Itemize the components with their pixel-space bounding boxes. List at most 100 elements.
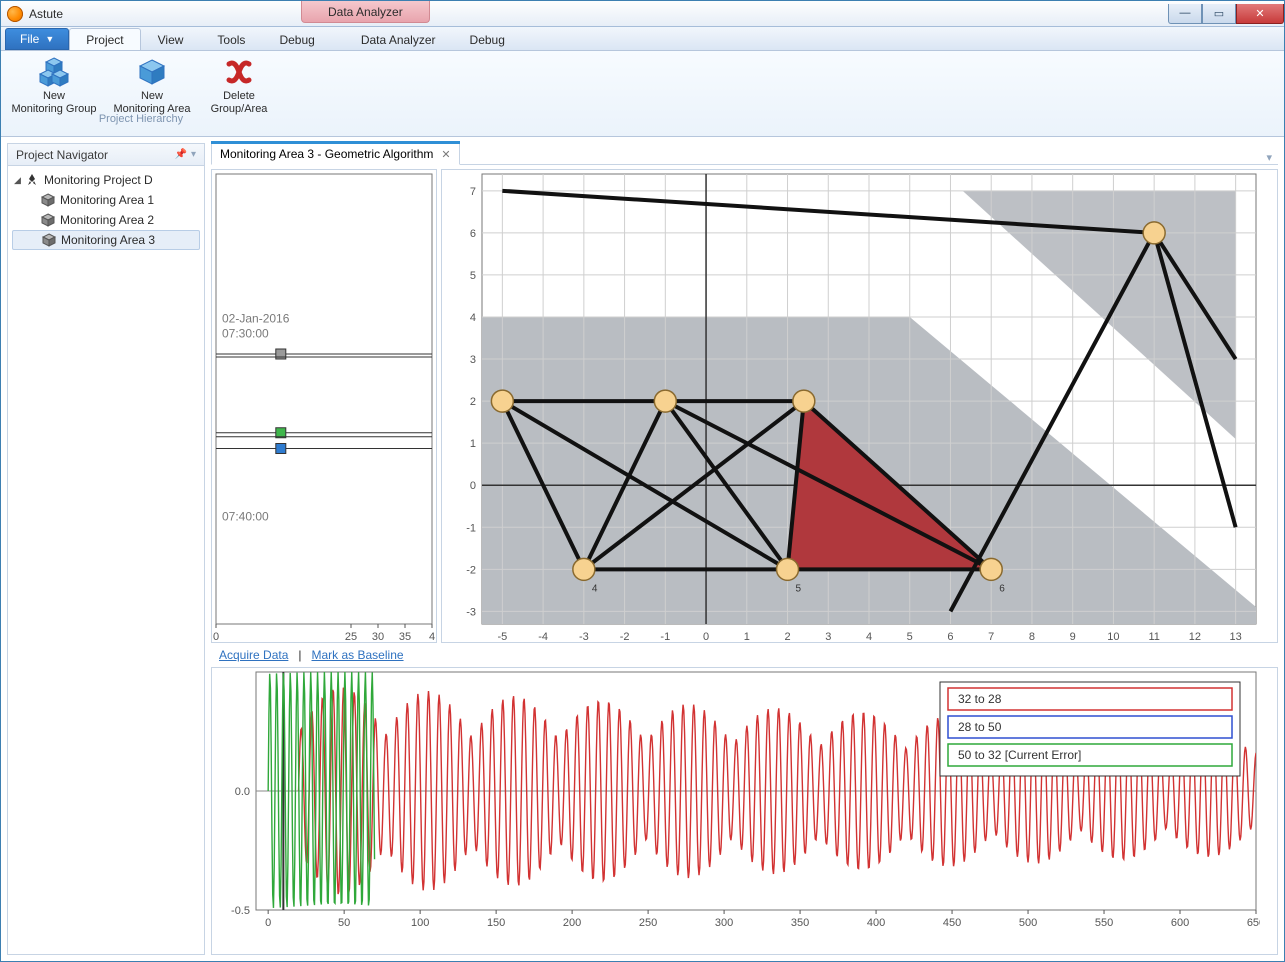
svg-text:4: 4 [429,631,435,643]
svg-text:600: 600 [1171,917,1189,929]
svg-text:450: 450 [943,917,961,929]
tab-debug-2[interactable]: Debug [453,28,522,50]
svg-text:-3: -3 [579,631,589,643]
svg-text:550: 550 [1095,917,1113,929]
svg-text:4: 4 [592,583,598,594]
cube-icon [40,193,56,207]
svg-text:32 to 28: 32 to 28 [958,692,1002,706]
tree-item[interactable]: Monitoring Area 2 [12,210,200,230]
cube-blue-icon [136,56,168,88]
svg-text:0.0: 0.0 [235,786,250,798]
timeline-chart[interactable]: 02-Jan-201607:30:0007:40:0002530354 [211,169,437,643]
waveform-chart[interactable]: 050100150200250300350400450500550600650-… [211,667,1278,955]
svg-text:4: 4 [866,631,872,643]
svg-text:02-Jan-2016: 02-Jan-2016 [222,312,290,326]
svg-text:650: 650 [1247,917,1260,929]
svg-text:-2: -2 [466,564,476,576]
svg-text:5: 5 [470,270,476,282]
tab-debug[interactable]: Debug [262,28,331,50]
tab-project[interactable]: Project [69,28,140,50]
svg-text:5: 5 [796,583,802,594]
chevron-down-icon: ▼ [45,34,54,44]
context-tab-data-analyzer[interactable]: Data Analyzer [301,1,430,23]
svg-text:-3: -3 [466,606,476,618]
menubar: File ▼ Project View Tools Debug Data Ana… [1,27,1284,51]
geometric-chart[interactable]: 456-5-4-3-2-1012345678910111213-3-2-1012… [441,169,1278,643]
svg-text:5: 5 [907,631,913,643]
project-tree[interactable]: ◢Monitoring Project DMonitoring Area 1Mo… [8,166,204,254]
acquire-data-link[interactable]: Acquire Data [219,648,288,662]
tab-tools[interactable]: Tools [200,28,262,50]
project-navigator-header: Project Navigator 📌 ▾ [8,144,204,166]
mark-baseline-link[interactable]: Mark as Baseline [312,648,404,662]
svg-text:200: 200 [563,917,581,929]
svg-text:7: 7 [988,631,994,643]
svg-text:12: 12 [1189,631,1201,643]
svg-text:35: 35 [399,631,411,643]
svg-text:28 to 50: 28 to 50 [958,720,1002,734]
svg-text:-4: -4 [538,631,548,643]
svg-text:-0.5: -0.5 [231,905,250,917]
svg-text:6: 6 [470,228,476,240]
svg-text:3: 3 [470,354,476,366]
svg-text:50: 50 [338,917,350,929]
rocket-icon [24,173,40,187]
svg-text:6: 6 [999,583,1005,594]
svg-text:250: 250 [639,917,657,929]
file-menu-label: File [20,32,39,46]
svg-text:8: 8 [1029,631,1035,643]
svg-text:0: 0 [703,631,709,643]
ribbon-monitoring-area[interactable]: NewMonitoring Area [103,53,201,115]
svg-text:07:30:00: 07:30:00 [222,327,269,341]
cube-icon [41,233,57,247]
svg-text:10: 10 [1107,631,1119,643]
svg-text:400: 400 [867,917,885,929]
project-navigator-panel: Project Navigator 📌 ▾ ◢Monitoring Projec… [7,143,205,955]
svg-text:2: 2 [470,396,476,408]
cubes-blue-icon [38,56,70,88]
ribbon-group-caption: Project Hierarchy [99,113,183,125]
chevron-down-icon[interactable]: ▾ [191,149,196,160]
svg-text:3: 3 [825,631,831,643]
svg-text:0: 0 [265,917,271,929]
svg-text:300: 300 [715,917,733,929]
svg-text:1: 1 [470,438,476,450]
svg-text:-2: -2 [620,631,630,643]
svg-text:-1: -1 [660,631,670,643]
collapse-icon[interactable]: ◢ [14,175,24,186]
titlebar: Astute Data Analyzer — ▭ ✕ [1,1,1284,27]
svg-text:6: 6 [947,631,953,643]
svg-text:0: 0 [213,631,219,643]
ribbon-group-area[interactable]: DeleteGroup/Area [201,53,277,115]
cube-icon [40,213,56,227]
action-bar: Acquire Data | Mark as Baseline [211,643,1278,667]
tree-item[interactable]: Monitoring Area 1 [12,190,200,210]
svg-text:9: 9 [1070,631,1076,643]
svg-text:1: 1 [744,631,750,643]
pin-icon[interactable]: 📌 [175,149,187,160]
minimize-button[interactable]: — [1168,4,1202,24]
svg-text:25: 25 [345,631,357,643]
app-icon [7,6,23,22]
tab-view[interactable]: View [141,28,201,50]
ribbon-monitoring-group[interactable]: NewMonitoring Group [5,53,103,115]
document-tabs: Monitoring Area 3 - Geometric Algorithm … [211,143,1278,165]
maximize-button[interactable]: ▭ [1202,4,1236,24]
svg-text:2: 2 [784,631,790,643]
svg-text:0: 0 [470,480,476,492]
tab-overflow-icon[interactable]: ▾ [1266,151,1272,164]
svg-text:4: 4 [470,312,476,324]
close-tab-icon[interactable]: ✕ [441,148,450,161]
window-title: Astute [29,7,63,21]
tree-root[interactable]: ◢Monitoring Project D [12,170,200,190]
svg-text:11: 11 [1148,631,1159,643]
tab-data-analyzer[interactable]: Data Analyzer [344,28,453,50]
separator: | [298,648,301,662]
svg-text:13: 13 [1230,631,1242,643]
tree-item[interactable]: Monitoring Area 3 [12,230,200,250]
document-tab[interactable]: Monitoring Area 3 - Geometric Algorithm … [211,143,460,165]
close-button[interactable]: ✕ [1236,4,1284,24]
file-menu[interactable]: File ▼ [5,28,69,50]
svg-text:500: 500 [1019,917,1037,929]
svg-text:-5: -5 [497,631,507,643]
